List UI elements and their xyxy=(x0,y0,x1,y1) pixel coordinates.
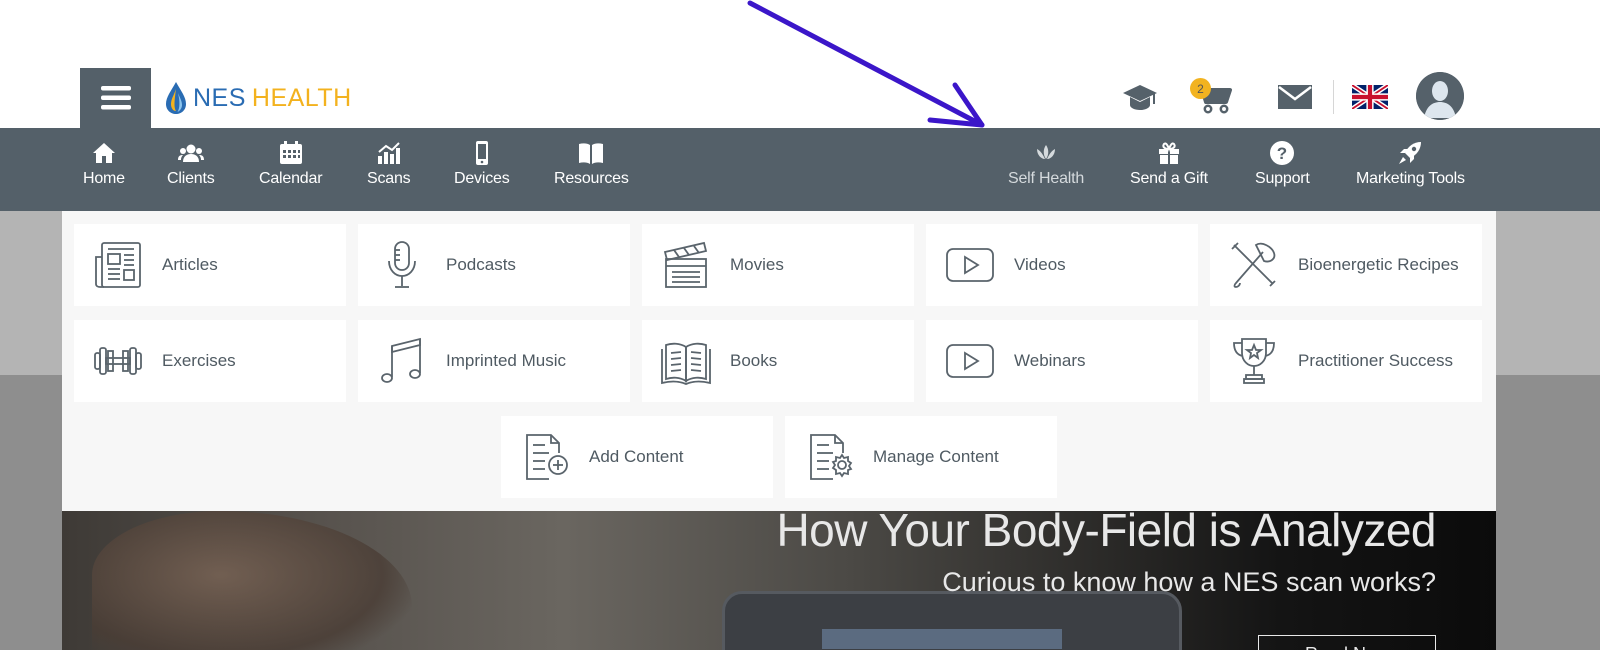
menu-item-books[interactable]: Books xyxy=(642,320,914,402)
banner-title: How Your Body-Field is Analyzed xyxy=(776,511,1436,556)
menu-item-bioenergetic-recipes[interactable]: Bioenergetic Recipes xyxy=(1210,224,1482,306)
menu-item-label: Videos xyxy=(1014,255,1066,274)
menu-item-exercises[interactable]: Exercises xyxy=(74,320,346,402)
chart-icon xyxy=(377,142,400,164)
menu-item-label: Movies xyxy=(730,255,784,274)
main-navbar: Home Clients Calendar Scans Devices Reso… xyxy=(0,128,1600,211)
menu-item-label: Manage Content xyxy=(873,447,999,466)
calendar-icon xyxy=(279,141,302,164)
nav-support[interactable]: ? Support xyxy=(1255,140,1310,188)
menu-item-label: Imprinted Music xyxy=(446,351,566,370)
trophy-icon xyxy=(1224,331,1284,391)
menu-item-label: Podcasts xyxy=(446,255,516,274)
music-note-icon xyxy=(372,331,432,391)
nav-label: Marketing Tools xyxy=(1356,170,1465,187)
menu-item-webinars[interactable]: Webinars xyxy=(926,320,1198,402)
nav-label: Resources xyxy=(554,170,629,187)
question-icon: ? xyxy=(1270,141,1295,165)
banner-subtitle: Curious to know how a NES scan works? xyxy=(942,567,1436,597)
nav-label: Send a Gift xyxy=(1130,170,1208,187)
cooking-utensils-icon xyxy=(1224,235,1284,295)
cart-count-badge: 2 xyxy=(1190,78,1211,99)
nav-label: Support xyxy=(1255,170,1310,187)
nav-scans[interactable]: Scans xyxy=(367,140,411,188)
svg-text:?: ? xyxy=(1277,144,1287,163)
menu-item-videos[interactable]: Videos xyxy=(926,224,1198,306)
nav-self-health[interactable]: Self Health xyxy=(1008,140,1084,188)
nav-label: Calendar xyxy=(259,170,323,187)
uk-flag-icon xyxy=(1352,85,1388,109)
user-avatar-icon xyxy=(1416,72,1464,120)
play-icon xyxy=(940,235,1000,295)
nav-label: Scans xyxy=(367,170,411,187)
menu-item-label: Bioenergetic Recipes xyxy=(1298,255,1459,274)
nav-clients[interactable]: Clients xyxy=(167,140,215,188)
menu-item-label: Exercises xyxy=(162,351,236,370)
nav-label: Home xyxy=(83,170,125,187)
nav-label: Self Health xyxy=(1008,170,1085,187)
menu-item-articles[interactable]: Articles xyxy=(74,224,346,306)
newspaper-icon xyxy=(88,235,148,295)
nav-resources[interactable]: Resources xyxy=(554,140,629,188)
nav-label: Devices xyxy=(454,170,510,187)
add-document-icon xyxy=(515,427,575,487)
banner-photo-screen xyxy=(822,629,1062,649)
menu-item-imprinted-music[interactable]: Imprinted Music xyxy=(358,320,630,402)
home-icon xyxy=(92,143,115,163)
header-divider xyxy=(1333,80,1334,114)
header: NES HEALTH 2 xyxy=(0,0,1600,128)
rocket-icon xyxy=(1399,142,1422,164)
menu-item-practitioner-success[interactable]: Practitioner Success xyxy=(1210,320,1482,402)
menu-item-podcasts[interactable]: Podcasts xyxy=(358,224,630,306)
header-actions: 2 xyxy=(0,72,1600,122)
play-icon xyxy=(940,331,1000,391)
nav-devices[interactable]: Devices xyxy=(454,140,510,188)
dumbbell-icon xyxy=(88,331,148,391)
gift-icon xyxy=(1158,142,1179,164)
menu-item-movies[interactable]: Movies xyxy=(642,224,914,306)
document-settings-icon xyxy=(799,427,859,487)
menu-item-label: Articles xyxy=(162,255,218,274)
clapperboard-icon xyxy=(656,235,716,295)
banner-photo-person xyxy=(92,511,412,650)
nav-marketing-tools[interactable]: Marketing Tools xyxy=(1356,140,1465,188)
graduation-cap-icon xyxy=(1123,85,1157,110)
nav-send-gift[interactable]: Send a Gift xyxy=(1130,140,1208,188)
nav-label: Clients xyxy=(167,170,215,187)
menu-item-label: Books xyxy=(730,351,778,370)
menu-item-manage-content[interactable]: Manage Content xyxy=(785,416,1057,498)
cart-button[interactable]: 2 xyxy=(1190,72,1236,122)
menu-item-label: Add Content xyxy=(589,447,684,466)
menu-item-label: Practitioner Success xyxy=(1298,351,1453,370)
read-now-button[interactable]: Read Now xyxy=(1258,635,1436,650)
lotus-icon xyxy=(1037,145,1056,159)
menu-item-add-content[interactable]: Add Content xyxy=(501,416,773,498)
user-avatar[interactable] xyxy=(1416,72,1464,120)
resources-dropdown: Articles Podcasts Movies Videos Bioenerg… xyxy=(62,211,1496,511)
mobile-icon xyxy=(475,141,488,165)
messages-button[interactable] xyxy=(1275,72,1315,122)
users-icon xyxy=(177,144,204,162)
nav-calendar[interactable]: Calendar xyxy=(259,140,323,188)
menu-item-label: Webinars xyxy=(1014,351,1086,370)
mail-icon xyxy=(1278,85,1312,109)
book-icon xyxy=(579,143,604,164)
language-selector[interactable] xyxy=(1350,72,1390,122)
hero-banner: How Your Body-Field is Analyzed Curious … xyxy=(62,511,1496,650)
microphone-icon xyxy=(372,235,432,295)
nav-home[interactable]: Home xyxy=(83,140,125,188)
training-button[interactable] xyxy=(1120,72,1160,122)
open-book-icon xyxy=(656,331,716,391)
